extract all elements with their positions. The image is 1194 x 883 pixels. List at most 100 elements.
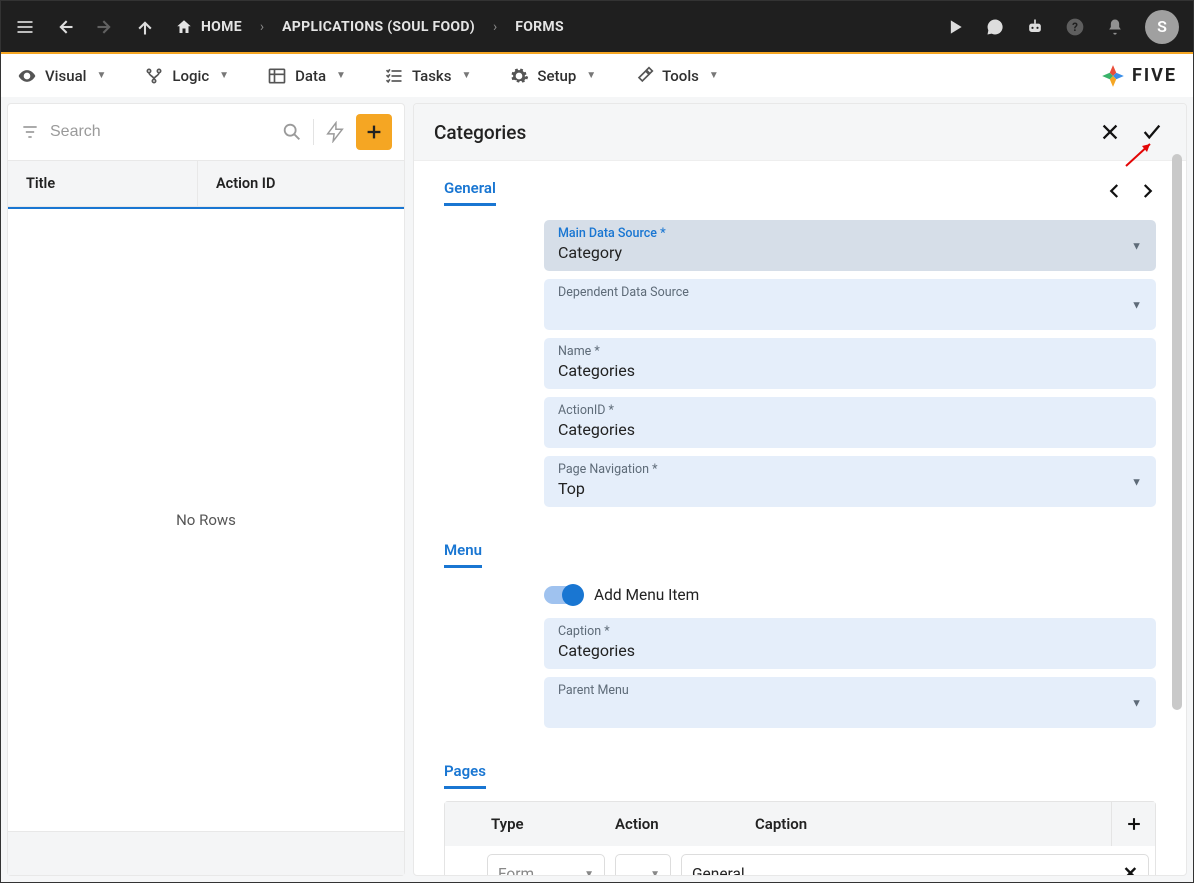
back-icon[interactable] xyxy=(55,17,75,37)
field-label: Main Data Source * xyxy=(558,226,1142,241)
search-icon[interactable] xyxy=(281,121,303,143)
menu-data[interactable]: Data▼ xyxy=(267,66,346,86)
chevron-down-icon: ▼ xyxy=(1131,298,1142,311)
section-menu-label: Menu xyxy=(444,541,482,568)
clear-icon[interactable]: ✕ xyxy=(1123,864,1138,876)
menu-data-label: Data xyxy=(295,67,326,85)
pages-row-type[interactable]: Form ▼ xyxy=(487,854,605,875)
forward-icon xyxy=(95,17,115,37)
section-pages-row: Pages xyxy=(444,762,1156,789)
tasks-icon xyxy=(384,66,404,86)
pages-table: Type Action Caption Form ▼ ▼ Genera xyxy=(444,801,1156,875)
scrollbar[interactable] xyxy=(1170,154,1184,867)
menu-visual[interactable]: Visual▼ xyxy=(17,66,106,86)
chevron-down-icon: ▼ xyxy=(650,869,660,876)
panel-header: Categories xyxy=(414,104,1186,161)
hamburger-icon[interactable] xyxy=(15,17,35,37)
field-label: Caption * xyxy=(558,624,1142,639)
empty-label: No Rows xyxy=(176,511,236,529)
field-value: Top xyxy=(558,479,1142,499)
tools-icon xyxy=(634,66,654,86)
search-input[interactable] xyxy=(50,123,271,141)
brand-icon xyxy=(1100,63,1126,89)
chevron-down-icon: ▼ xyxy=(1131,239,1142,252)
section-prev-icon[interactable] xyxy=(1106,182,1124,204)
field-page-navigation[interactable]: Page Navigation * Top ▼ xyxy=(544,456,1156,507)
list-header: Title Action ID xyxy=(8,160,404,207)
bot-icon[interactable] xyxy=(1025,17,1045,37)
pages-add-button[interactable] xyxy=(1111,802,1155,846)
pages-row-type-value: Form xyxy=(498,865,534,875)
svg-text:?: ? xyxy=(1072,20,1078,34)
chevron-down-icon: ▼ xyxy=(1131,475,1142,488)
filter-icon[interactable] xyxy=(20,122,40,142)
chevron-right-icon: › xyxy=(260,19,264,35)
menu-setup[interactable]: Setup▼ xyxy=(509,66,596,86)
add-button[interactable] xyxy=(356,114,392,150)
avatar[interactable]: S xyxy=(1145,10,1179,44)
field-value xyxy=(558,700,1142,720)
control-bar: Visual▼ Logic▼ Data▼ Tasks▼ Setup▼ Tools… xyxy=(1,54,1193,97)
field-parent-menu[interactable]: Parent Menu ▼ xyxy=(544,677,1156,728)
section-general-label: General xyxy=(444,179,496,206)
left-panel: Title Action ID No Rows xyxy=(7,103,405,876)
empty-list: No Rows xyxy=(8,209,404,831)
eye-icon xyxy=(17,66,37,86)
menu-setup-label: Setup xyxy=(537,67,576,85)
divider xyxy=(313,119,314,145)
logic-icon xyxy=(144,66,164,86)
home-icon xyxy=(175,18,193,36)
chevron-right-icon: › xyxy=(493,19,497,35)
pages-row-caption-value: General xyxy=(692,865,745,875)
breadcrumb: HOME › APPLICATIONS (SOUL FOOD) › FORMS xyxy=(175,18,564,36)
breadcrumb-home[interactable]: HOME xyxy=(175,18,242,36)
up-icon[interactable] xyxy=(135,17,155,37)
menu-visual-label: Visual xyxy=(45,67,86,85)
chevron-down-icon: ▼ xyxy=(1131,696,1142,709)
breadcrumb-home-label: HOME xyxy=(201,19,242,35)
field-value: Categories xyxy=(558,641,1142,661)
bell-icon[interactable] xyxy=(1105,17,1125,37)
field-value: Category xyxy=(558,243,1142,263)
close-button[interactable] xyxy=(1096,118,1124,146)
field-dependent-data-source[interactable]: Dependent Data Source ▼ xyxy=(544,279,1156,330)
plus-icon xyxy=(1124,814,1144,834)
field-label: Page Navigation * xyxy=(558,462,1142,477)
menu-logic[interactable]: Logic▼ xyxy=(144,66,229,86)
field-main-data-source[interactable]: Main Data Source * Category ▼ xyxy=(544,220,1156,271)
workspace: Title Action ID No Rows Categories Gener… xyxy=(1,97,1193,882)
field-caption[interactable]: Caption * Categories xyxy=(544,618,1156,669)
field-name[interactable]: Name * Categories xyxy=(544,338,1156,389)
breadcrumb-forms[interactable]: FORMS xyxy=(515,19,564,35)
col-actionid[interactable]: Action ID xyxy=(198,161,404,206)
panel-title: Categories xyxy=(434,121,1096,144)
bolt-icon[interactable] xyxy=(324,121,346,143)
brand-label: FIVE xyxy=(1132,65,1177,86)
search-row xyxy=(8,104,404,160)
pages-row-action[interactable]: ▼ xyxy=(615,854,671,875)
pages-col-type: Type xyxy=(445,803,605,845)
field-label: Name * xyxy=(558,344,1142,359)
save-button[interactable] xyxy=(1138,118,1166,146)
menu-tools-label: Tools xyxy=(662,67,699,85)
brand-logo: FIVE xyxy=(1100,63,1177,89)
menu-tasks[interactable]: Tasks▼ xyxy=(384,66,471,86)
field-label: Parent Menu xyxy=(558,683,1142,698)
menu-logic-label: Logic xyxy=(172,67,209,85)
plus-icon xyxy=(363,121,385,143)
form-body: General Main Data Source * Category ▼ De… xyxy=(414,161,1186,875)
field-label: Dependent Data Source xyxy=(558,285,1142,300)
menu-tools[interactable]: Tools▼ xyxy=(634,66,719,86)
toggle-add-menu-item[interactable] xyxy=(544,586,582,604)
pages-row: Form ▼ ▼ General ✕ xyxy=(445,846,1155,875)
col-title[interactable]: Title xyxy=(8,161,198,206)
help-icon[interactable]: ? xyxy=(1065,17,1085,37)
pages-header: Type Action Caption xyxy=(445,802,1155,846)
section-menu-row: Menu xyxy=(444,541,1156,568)
play-icon[interactable] xyxy=(945,17,965,37)
breadcrumb-applications[interactable]: APPLICATIONS (SOUL FOOD) xyxy=(282,19,475,35)
chat-icon[interactable] xyxy=(985,17,1005,37)
pages-row-caption[interactable]: General ✕ xyxy=(681,854,1149,875)
field-actionid[interactable]: ActionID * Categories xyxy=(544,397,1156,448)
section-next-icon[interactable] xyxy=(1138,182,1156,204)
